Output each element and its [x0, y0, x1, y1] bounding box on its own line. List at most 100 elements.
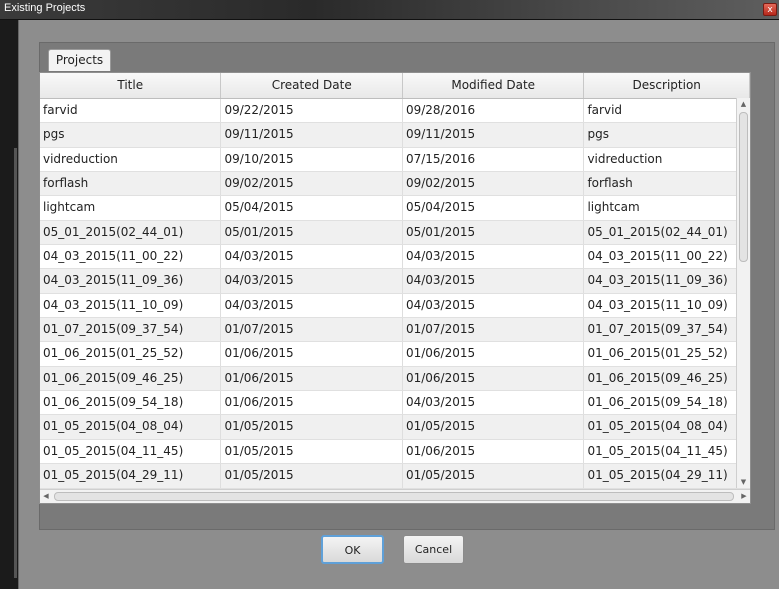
cell-modified-date: 05/01/2015 — [403, 220, 585, 245]
table-row[interactable]: 05_01_2015(02_44_01) 05/01/2015 05/01/2015… — [40, 220, 750, 246]
table-row[interactable]: 01_07_2015(09_37_54) 01/07/2015 01/07/2015… — [40, 318, 750, 343]
cell-title: 01_06_2015(09_46_25) — [40, 366, 222, 391]
cell-title: lightcam — [40, 196, 222, 220]
column-header-description[interactable]: Description — [584, 73, 750, 98]
column-header-created-date[interactable]: Created Date — [221, 73, 403, 98]
window-title: Existing Projects — [4, 2, 86, 14]
table-header: Title Created Date Modified Date Descrip… — [40, 73, 750, 99]
cell-modified-date: 04/03/2015 — [403, 269, 585, 293]
cell-modified-date: 04/03/2015 — [403, 391, 585, 415]
cell-title: pgs — [40, 123, 222, 147]
cell-title: 04_03_2015(11_00_22) — [40, 245, 222, 269]
dialog-body: Projects Title Created Date Modified Dat… — [18, 20, 779, 589]
cell-modified-date: 09/28/2016 — [403, 99, 585, 123]
table-row[interactable]: 01_05_2015(04_08_04) 01/05/2015 01/05/2015… — [40, 415, 750, 440]
cell-created-date: 01/05/2015 — [221, 415, 403, 439]
cell-description: 01_05_2015(04_29_11) — [584, 464, 750, 488]
table-row[interactable]: 01_06_2015(01_25_52) 01/06/2015 01/06/2015… — [40, 342, 750, 367]
cell-created-date: 05/01/2015 — [221, 220, 403, 245]
cell-title: 04_03_2015(11_09_36) — [40, 269, 222, 293]
cell-created-date: 01/06/2015 — [221, 391, 403, 415]
cell-description: 04_03_2015(11_09_36) — [584, 269, 750, 293]
cell-title: 01_07_2015(09_37_54) — [40, 318, 222, 342]
table-row[interactable]: vidreduction 09/10/2015 07/15/2016 vidreduc… — [40, 147, 750, 173]
chevron-up-icon[interactable]: ▲ — [737, 98, 750, 110]
table-row[interactable]: 01_05_2015(04_11_45) 01/05/2015 01/06/2015… — [40, 439, 750, 465]
cell-created-date: 01/06/2015 — [221, 342, 403, 366]
cell-modified-date: 01/05/2015 — [403, 415, 585, 439]
cell-description: 01_06_2015(09_46_25) — [584, 366, 750, 391]
table-row[interactable]: forflash 09/02/2015 09/02/2015 forflash — [40, 172, 750, 197]
cell-modified-date: 04/03/2015 — [403, 293, 585, 318]
cell-created-date: 09/22/2015 — [221, 99, 403, 123]
cell-created-date: 01/06/2015 — [221, 366, 403, 391]
cell-created-date: 01/05/2015 — [221, 464, 403, 488]
cell-description: 04_03_2015(11_10_09) — [584, 293, 750, 318]
cell-description: 04_03_2015(11_00_22) — [584, 245, 750, 269]
table-row[interactable]: 01_06_2015(09_54_18) 01/06/2015 04/03/2015… — [40, 391, 750, 416]
cell-description: lightcam — [584, 196, 750, 220]
cell-title: vidreduction — [40, 147, 222, 172]
cell-created-date: 04/03/2015 — [221, 245, 403, 269]
cell-title: 01_06_2015(09_54_18) — [40, 391, 222, 415]
cell-title: 01_05_2015(04_08_04) — [40, 415, 222, 439]
chevron-down-icon[interactable]: ▼ — [737, 476, 750, 488]
cell-title: forflash — [40, 172, 222, 196]
cell-description: 01_05_2015(04_11_45) — [584, 439, 750, 464]
column-header-title[interactable]: Title — [40, 73, 222, 98]
cell-description: pgs — [584, 123, 750, 147]
cell-title: 05_01_2015(02_44_01) — [40, 220, 222, 245]
table-row[interactable]: 01_05_2015(04_29_11) 01/05/2015 01/05/2015… — [40, 464, 750, 489]
background-strip — [0, 20, 18, 589]
cell-modified-date: 01/06/2015 — [403, 366, 585, 391]
cell-description: vidreduction — [584, 147, 750, 172]
cell-modified-date: 04/03/2015 — [403, 245, 585, 269]
cell-created-date: 09/02/2015 — [221, 172, 403, 196]
cell-created-date: 05/04/2015 — [221, 196, 403, 220]
cell-title: 01_05_2015(04_11_45) — [40, 439, 222, 464]
cell-modified-date: 01/06/2015 — [403, 342, 585, 366]
background-divider — [14, 148, 17, 578]
cell-created-date: 09/10/2015 — [221, 147, 403, 172]
table-row[interactable]: 01_06_2015(09_46_25) 01/06/2015 01/06/2015… — [40, 366, 750, 392]
table-row[interactable]: pgs 09/11/2015 09/11/2015 pgs — [40, 123, 750, 148]
cell-created-date: 01/07/2015 — [221, 318, 403, 342]
cell-modified-date: 01/05/2015 — [403, 464, 585, 488]
cell-title: 01_05_2015(04_29_11) — [40, 464, 222, 488]
cell-modified-date: 07/15/2016 — [403, 147, 585, 172]
table-row[interactable]: 04_03_2015(11_10_09) 04/03/2015 04/03/2015… — [40, 293, 750, 319]
cell-title: farvid — [40, 99, 222, 123]
table-row[interactable]: lightcam 05/04/2015 05/04/2015 lightcam — [40, 196, 750, 221]
cell-modified-date: 01/07/2015 — [403, 318, 585, 342]
vertical-scrollbar[interactable]: ▲ ▼ — [736, 98, 750, 488]
cell-description: farvid — [584, 99, 750, 123]
table-row[interactable]: 04_03_2015(11_09_36) 04/03/2015 04/03/2015… — [40, 269, 750, 294]
cell-created-date: 04/03/2015 — [221, 269, 403, 293]
table-row[interactable]: farvid 09/22/2015 09/28/2016 farvid — [40, 99, 750, 124]
cell-description: 01_06_2015(01_25_52) — [584, 342, 750, 366]
cell-title: 04_03_2015(11_10_09) — [40, 293, 222, 318]
cell-title: 01_06_2015(01_25_52) — [40, 342, 222, 366]
tab-projects[interactable]: Projects — [48, 49, 111, 71]
close-icon[interactable]: x — [763, 3, 777, 16]
horizontal-scroll-thumb[interactable] — [54, 492, 734, 501]
projects-table[interactable]: Title Created Date Modified Date Descrip… — [39, 72, 751, 504]
vertical-scroll-thumb[interactable] — [739, 112, 748, 262]
cell-modified-date: 05/04/2015 — [403, 196, 585, 220]
cancel-button[interactable]: Cancel — [403, 535, 464, 564]
horizontal-scrollbar[interactable]: ◀ ▶ — [40, 489, 750, 503]
table-row[interactable]: 04_03_2015(11_00_22) 04/03/2015 04/03/2015… — [40, 245, 750, 270]
cell-created-date: 04/03/2015 — [221, 293, 403, 318]
ok-button[interactable]: OK — [321, 535, 384, 564]
chevron-left-icon[interactable]: ◀ — [40, 490, 52, 503]
cell-modified-date: 09/11/2015 — [403, 123, 585, 147]
column-header-modified-date[interactable]: Modified Date — [403, 73, 585, 98]
cell-description: 01_07_2015(09_37_54) — [584, 318, 750, 342]
cell-created-date: 09/11/2015 — [221, 123, 403, 147]
cell-modified-date: 01/06/2015 — [403, 439, 585, 464]
chevron-right-icon[interactable]: ▶ — [738, 490, 750, 503]
cell-modified-date: 09/02/2015 — [403, 172, 585, 196]
cell-description: 01_06_2015(09_54_18) — [584, 391, 750, 415]
cell-created-date: 01/05/2015 — [221, 439, 403, 464]
cell-description: 05_01_2015(02_44_01) — [584, 220, 750, 245]
